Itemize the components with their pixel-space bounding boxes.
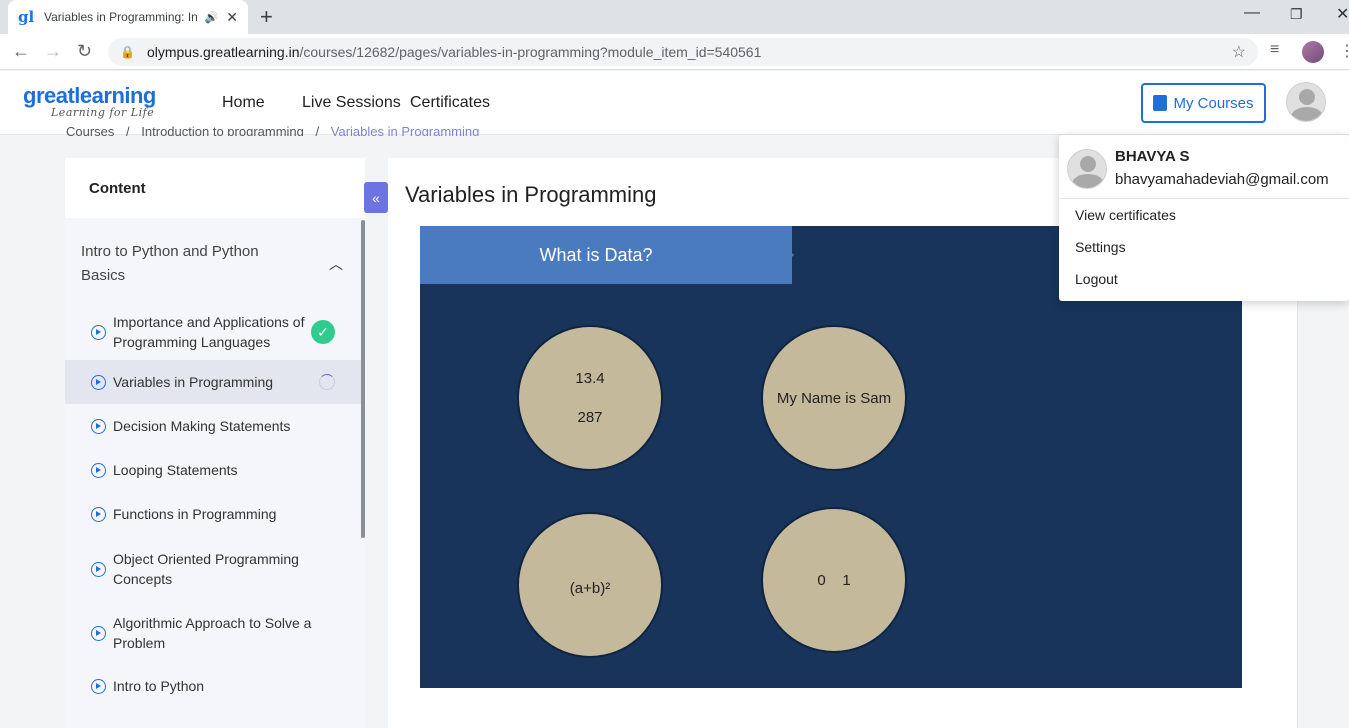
bookmark-star-icon[interactable]: ☆ xyxy=(1232,42,1246,62)
double-chevron-left-icon: « xyxy=(372,189,380,206)
play-circle-icon xyxy=(91,462,106,478)
lesson-item-active[interactable]: Variables in Programming xyxy=(65,360,365,404)
play-circle-icon xyxy=(91,374,106,390)
browser-tab[interactable]: gl Variables in Programming: In 🔊 ✕ xyxy=(8,0,248,34)
circle-text: (a+b)² xyxy=(569,579,611,597)
lesson-label: Object Oriented Programming Concepts xyxy=(113,551,299,587)
dropdown-user-info: BHAVYA S bhavyamahadeviah@gmail.com xyxy=(1059,135,1349,199)
data-circle-numbers: 13.4 287 xyxy=(517,325,663,471)
nav-live-sessions[interactable]: Live Sessions xyxy=(302,94,401,112)
avatar-body-shape xyxy=(1072,174,1104,188)
lock-icon[interactable]: 🔒 xyxy=(120,45,135,59)
lesson-label: Variables in Programming xyxy=(113,374,274,390)
slide-banner: What is Data? xyxy=(420,226,792,284)
user-dropdown-menu: BHAVYA S bhavyamahadeviah@gmail.com View… xyxy=(1059,135,1349,301)
nav-certificates[interactable]: Certificates xyxy=(410,94,490,112)
lesson-label: Functions in Programming xyxy=(113,506,277,522)
nav-home[interactable]: Home xyxy=(222,94,265,112)
avatar-head-shape xyxy=(1080,156,1096,172)
url-path: /courses/12682/pages/variables-in-progra… xyxy=(299,44,762,60)
logo-tagline: Learning for Life xyxy=(51,106,155,119)
browser-menu-icon[interactable]: ⋮ xyxy=(1339,41,1349,61)
circle-text: 13.4 xyxy=(575,370,605,387)
user-name: BHAVYA S xyxy=(1115,148,1190,165)
close-window-icon[interactable]: ✕ xyxy=(1336,4,1349,24)
circle-text: My Name is Sam xyxy=(776,389,892,407)
browser-profile-avatar[interactable] xyxy=(1302,41,1324,63)
lesson-item[interactable]: Intro to Python xyxy=(65,664,365,708)
lesson-item[interactable]: Functions in Programming xyxy=(65,492,365,536)
close-tab-icon[interactable]: ✕ xyxy=(226,9,238,26)
audio-playing-icon[interactable]: 🔊 xyxy=(205,11,219,24)
data-circle-text: My Name is Sam xyxy=(761,325,907,471)
restore-icon[interactable]: ❐ xyxy=(1290,6,1303,23)
media-control-icon[interactable]: ≡ xyxy=(1270,41,1279,59)
my-courses-button[interactable]: My Courses xyxy=(1141,83,1266,123)
lesson-item[interactable]: Looping Statements xyxy=(65,448,365,492)
greatlearning-logo[interactable]: greatlearning Learning for Life xyxy=(23,83,156,119)
avatar-head-shape xyxy=(1299,89,1315,105)
loading-spinner-icon xyxy=(319,374,335,390)
circle-text: 0 1 xyxy=(817,571,851,589)
play-circle-icon xyxy=(91,625,106,641)
collapse-sidebar-button[interactable]: « xyxy=(364,182,388,213)
breadcrumb-separator: / xyxy=(315,124,320,136)
lesson-label: Decision Making Statements xyxy=(113,418,291,434)
lesson-item[interactable]: Importance and Applications of Programmi… xyxy=(65,306,365,358)
dropdown-avatar xyxy=(1067,149,1107,189)
browser-toolbar: ← → ↻ 🔒 olympus.greatlearning.in/courses… xyxy=(0,34,1349,70)
menu-item-logout[interactable]: Logout xyxy=(1075,271,1118,287)
lesson-item[interactable]: Decision Making Statements xyxy=(65,404,365,448)
breadcrumb: Courses / Introduction to programming / … xyxy=(66,124,479,136)
book-icon xyxy=(1153,95,1168,111)
chevron-up-icon[interactable]: ︿ xyxy=(329,252,343,276)
menu-item-view-certificates[interactable]: View certificates xyxy=(1075,207,1176,223)
module-title: Intro to Python and Python Basics xyxy=(81,243,259,284)
play-circle-icon xyxy=(91,418,106,434)
page-title: Variables in Programming xyxy=(405,182,657,207)
content-sidebar: Content Intro to Python and Python Basic… xyxy=(65,158,365,728)
breadcrumb-current: Variables in Programming xyxy=(330,124,480,136)
address-bar[interactable]: 🔒 olympus.greatlearning.in/courses/12682… xyxy=(108,38,1258,66)
reload-icon[interactable]: ↻ xyxy=(77,41,92,62)
browser-tabstrip: gl Variables in Programming: In 🔊 ✕ + — … xyxy=(0,0,1349,34)
sidebar-title: Content xyxy=(65,158,365,218)
lesson-item[interactable]: Algorithmic Approach to Solve a Problem xyxy=(65,602,365,664)
minimize-icon[interactable]: — xyxy=(1244,4,1260,22)
breadcrumb-course[interactable]: Introduction to programming xyxy=(141,124,304,136)
play-circle-icon xyxy=(91,678,106,694)
play-circle-icon xyxy=(91,561,106,577)
breadcrumb-courses[interactable]: Courses xyxy=(66,124,114,136)
avatar-body-shape xyxy=(1291,107,1323,121)
tab-title: Variables in Programming: In xyxy=(44,10,197,24)
data-circle-binary: 0 1 xyxy=(761,507,907,653)
data-circle-expression: (a+b)² xyxy=(517,512,663,658)
user-email: bhavyamahadeviah@gmail.com xyxy=(1115,171,1329,188)
back-icon[interactable]: ← xyxy=(12,41,30,62)
menu-item-settings[interactable]: Settings xyxy=(1075,239,1126,255)
lesson-label: Intro to Python xyxy=(113,678,205,694)
check-complete-icon: ✓ xyxy=(311,320,335,344)
module-header[interactable]: Intro to Python and Python Basics ︿ xyxy=(65,218,365,306)
new-tab-icon[interactable]: + xyxy=(260,4,273,30)
forward-icon[interactable]: → xyxy=(44,41,62,62)
circle-text: 287 xyxy=(577,409,603,426)
lesson-label: Looping Statements xyxy=(113,462,238,478)
play-circle-icon xyxy=(91,324,106,340)
banner-arrow-shape xyxy=(764,226,794,284)
lesson-label: Algorithmic Approach to Solve a Problem xyxy=(113,615,312,651)
lesson-label: Importance and Applications of Programmi… xyxy=(113,314,305,350)
breadcrumb-separator: / xyxy=(126,124,130,136)
sidebar-scrollbar[interactable] xyxy=(361,220,365,538)
user-avatar[interactable] xyxy=(1286,82,1326,122)
my-courses-label: My Courses xyxy=(1173,94,1254,112)
greatlearning-favicon-icon: gl xyxy=(18,8,35,26)
play-circle-icon xyxy=(91,506,106,522)
lesson-item[interactable]: Object Oriented Programming Concepts xyxy=(65,536,365,602)
slide-banner-text: What is Data? xyxy=(539,244,653,265)
url-host: olympus.greatlearning.in xyxy=(146,44,300,60)
